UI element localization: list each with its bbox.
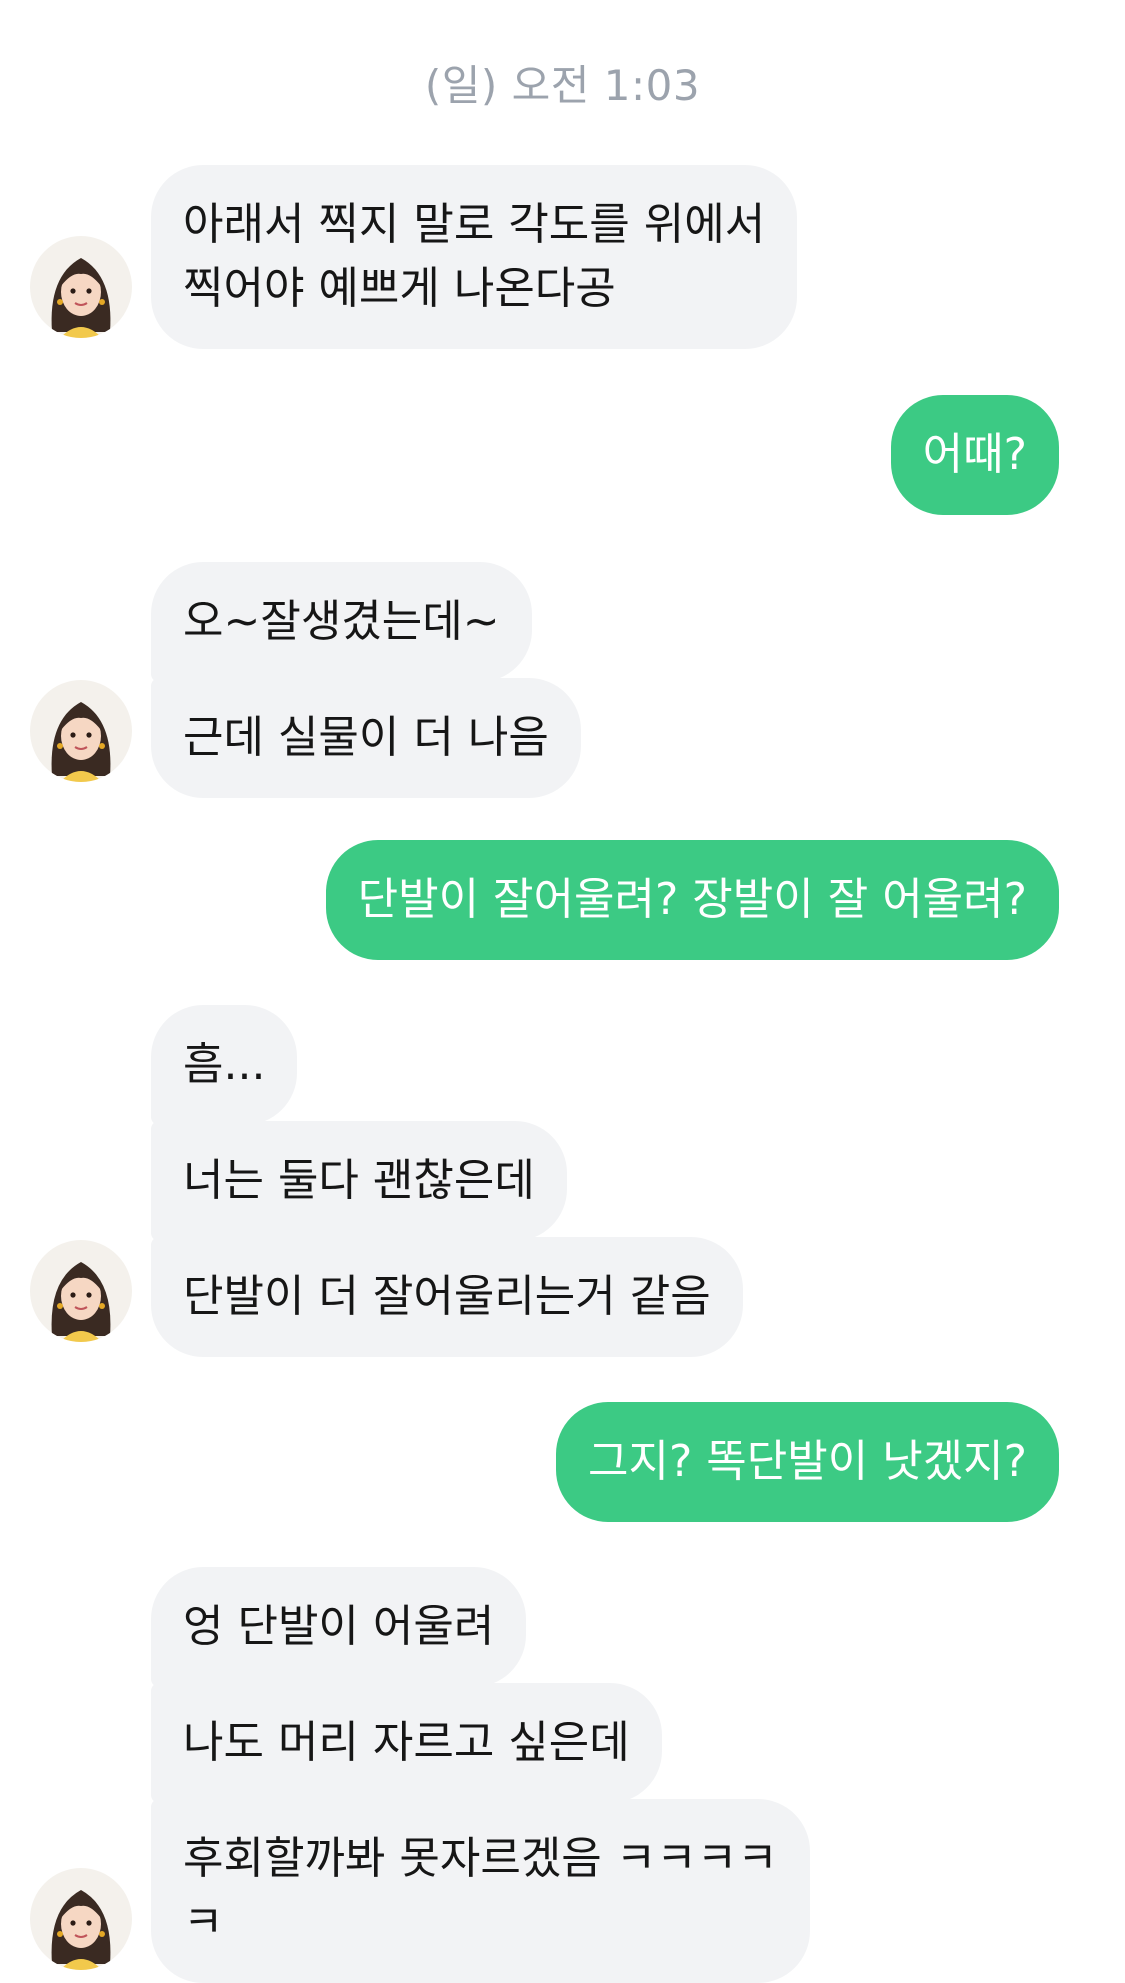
- message-line: 아래서 찍지 말로 각도를 위에서: [183, 199, 766, 250]
- girl-portrait-avatar-icon: [51, 258, 111, 338]
- message-line: 후회할까봐 못자르겠음 ㅋㅋㅋㅋ: [183, 1833, 778, 1884]
- avatar[interactable]: [30, 236, 132, 338]
- message-line: ㅋ: [183, 1897, 224, 1948]
- incoming-message[interactable]: 오~잘생겼는데~: [151, 562, 532, 682]
- incoming-message[interactable]: 너는 둘다 괜찮은데: [151, 1121, 567, 1241]
- girl-portrait-avatar-icon: [51, 1262, 111, 1342]
- incoming-message[interactable]: 근데 실물이 더 나음: [151, 678, 581, 798]
- avatar[interactable]: [30, 680, 132, 782]
- girl-portrait-avatar-icon: [51, 1890, 111, 1970]
- incoming-message[interactable]: 후회할까봐 못자르겠음 ㅋㅋㅋㅋ ㅋ: [151, 1799, 810, 1983]
- avatar[interactable]: [30, 1868, 132, 1970]
- outgoing-message[interactable]: 그지? 똑단발이 낫겠지?: [556, 1402, 1059, 1522]
- outgoing-message[interactable]: 단발이 잘어울려? 장발이 잘 어울려?: [325, 840, 1059, 960]
- avatar[interactable]: [30, 1240, 132, 1342]
- girl-portrait-avatar-icon: [51, 702, 111, 782]
- timestamp: (일) 오전 1:03: [424, 61, 701, 110]
- message-line: 찍어야 예쁘게 나온다공: [183, 263, 616, 314]
- incoming-message[interactable]: 아래서 찍지 말로 각도를 위에서 찍어야 예쁘게 나온다공: [151, 165, 798, 349]
- incoming-message[interactable]: 흠...: [151, 1005, 298, 1125]
- incoming-message[interactable]: 단발이 더 잘어울리는거 같음: [151, 1237, 743, 1357]
- incoming-message[interactable]: 나도 머리 자르고 싶은데: [151, 1683, 662, 1803]
- outgoing-message[interactable]: 어때?: [890, 395, 1059, 515]
- incoming-message[interactable]: 엉 단발이 어울려: [151, 1567, 527, 1687]
